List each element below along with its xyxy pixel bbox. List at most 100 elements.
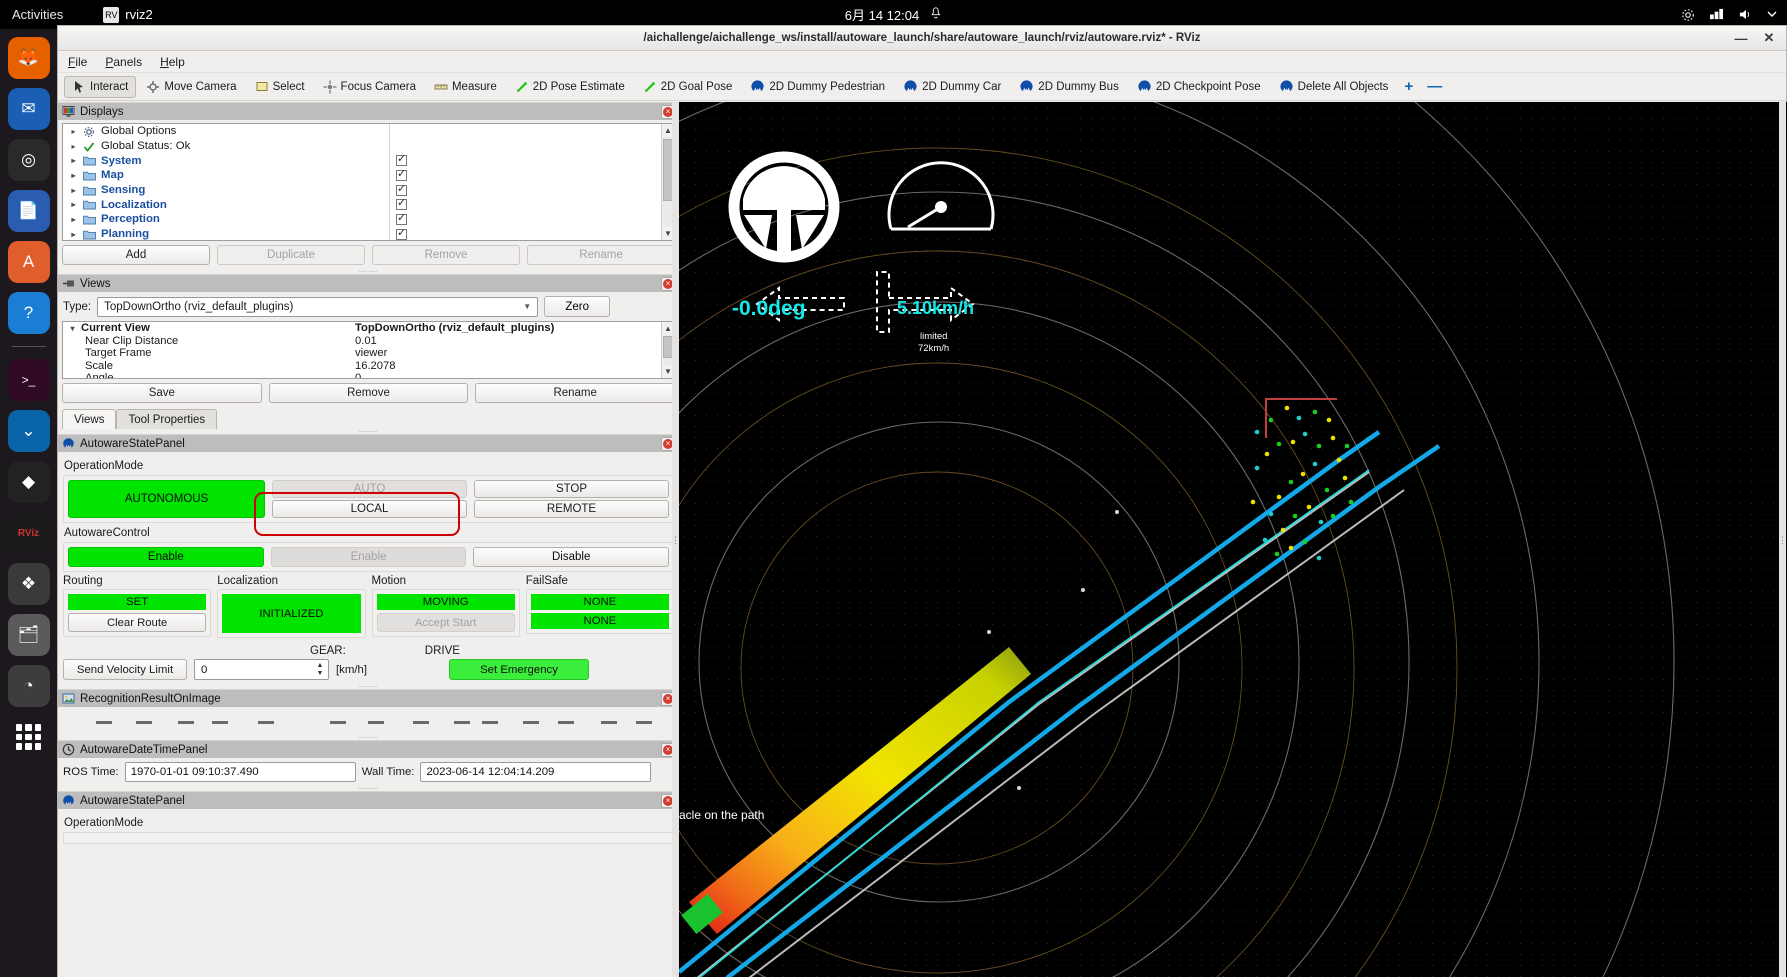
close-button[interactable]: ✕ xyxy=(1756,28,1782,48)
tool-move-camera[interactable]: Move Camera xyxy=(138,76,244,98)
zero-button[interactable]: Zero xyxy=(544,296,611,317)
tab-tool-properties[interactable]: Tool Properties xyxy=(116,409,218,429)
tree-item-global-options[interactable]: ▸ Global Options xyxy=(63,124,389,139)
view-type-select[interactable]: TopDownOrtho (rviz_default_plugins) ▼ xyxy=(97,296,539,317)
tool-2d-checkpoint-pose[interactable]: 2D Checkpoint Pose xyxy=(1129,76,1269,98)
dock-item-writer[interactable]: 📄 xyxy=(7,190,50,232)
tree-item-perception[interactable]: ▸ Perception xyxy=(63,212,389,227)
dock-item-ros[interactable]: ◆ xyxy=(7,461,50,503)
dock-item-files[interactable]: 🗂 xyxy=(7,614,50,656)
expand-arrow-icon[interactable]: ▸ xyxy=(69,142,78,151)
power-menu-icon[interactable] xyxy=(1767,11,1777,18)
dock-item-software[interactable]: A xyxy=(7,241,50,283)
dock-item-firefox[interactable]: 🦊 xyxy=(7,37,50,79)
tool-select[interactable]: Select xyxy=(247,76,313,98)
dock-item-rhythmbox[interactable]: ◎ xyxy=(7,139,50,181)
left-splitter[interactable]: ⋮ xyxy=(671,102,680,977)
remove-display-button[interactable]: Remove xyxy=(372,245,520,265)
expand-arrow-icon[interactable]: ▸ xyxy=(69,230,78,239)
view-prop-row[interactable]: Angle 0 xyxy=(63,372,674,378)
tab-views[interactable]: Views xyxy=(62,409,117,429)
tool-2d-goal-pose[interactable]: 2D Goal Pose xyxy=(635,76,741,98)
system-status-area[interactable] xyxy=(1681,8,1777,22)
dock-item-rviz[interactable]: RViz xyxy=(7,512,50,554)
dock-item-terminal[interactable]: >_ xyxy=(7,359,50,401)
tree-checkbox-sensing[interactable] xyxy=(390,183,674,198)
tool-interact[interactable]: Interact xyxy=(64,75,137,98)
expand-arrow-icon[interactable]: ▸ xyxy=(69,186,78,195)
spinner-arrows-icon[interactable]: ▲ ▼ xyxy=(314,661,326,678)
tree-checkbox-localization[interactable] xyxy=(390,197,674,212)
dock-item-diskusage[interactable]: ◔ xyxy=(7,665,50,707)
rename-view-button[interactable]: Rename xyxy=(475,383,676,403)
scroll-down-icon[interactable]: ▼ xyxy=(664,227,672,240)
view-prop-row[interactable]: Near Clip Distance 0.01 xyxy=(63,335,674,348)
prop-value[interactable]: 0.01 xyxy=(355,335,674,348)
menu-panels[interactable]: Panels xyxy=(105,55,142,69)
collapse-arrow-icon[interactable]: ▾ xyxy=(68,324,77,333)
auto-button[interactable]: AUTO xyxy=(272,480,467,498)
tool-2d-dummy-bus[interactable]: 2D Dummy Bus xyxy=(1011,76,1127,98)
tool-2d-dummy-car[interactable]: 2D Dummy Car xyxy=(895,76,1009,98)
tree-item-global-status[interactable]: ▸ Global Status: Ok xyxy=(63,139,389,154)
network-icon[interactable] xyxy=(1709,8,1724,21)
tree-checkbox-planning[interactable] xyxy=(390,227,674,240)
tool-delete-all-objects[interactable]: Delete All Objects xyxy=(1271,76,1397,98)
prop-value[interactable]: 0 xyxy=(355,372,674,378)
set-emergency-button[interactable]: Set Emergency xyxy=(449,659,590,680)
notification-bell-icon[interactable] xyxy=(929,6,942,23)
expand-arrow-icon[interactable]: ▸ xyxy=(69,156,78,165)
clock-area[interactable]: 6月 14 12:04 xyxy=(845,5,942,24)
tool-focus-camera[interactable]: Focus Camera xyxy=(315,76,424,98)
tool-2d-pose-estimate[interactable]: 2D Pose Estimate xyxy=(507,76,633,98)
disable-control-button[interactable]: Disable xyxy=(473,547,670,567)
expand-arrow-icon[interactable]: ▸ xyxy=(69,171,78,180)
add-display-button[interactable]: Add xyxy=(62,245,210,265)
prop-value[interactable]: 16.2078 xyxy=(355,360,674,373)
tree-item-system[interactable]: ▸ System xyxy=(63,153,389,168)
menu-help[interactable]: Help xyxy=(160,55,185,69)
scroll-up-icon[interactable]: ▲ xyxy=(664,322,672,335)
current-view-row[interactable]: ▾ Current View TopDownOrtho (rviz_defaul… xyxy=(63,322,674,335)
ros-time-field[interactable]: 1970-01-01 09:10:37.490 xyxy=(124,762,356,782)
activities-button[interactable]: Activities xyxy=(0,7,63,22)
rename-display-button[interactable]: Rename xyxy=(527,245,675,265)
menu-file[interactable]: File xyxy=(68,55,87,69)
minimize-button[interactable]: — xyxy=(1728,28,1754,48)
remove-view-button[interactable]: Remove xyxy=(268,383,469,403)
right-splitter[interactable]: ⋮ xyxy=(1778,102,1787,977)
accept-start-button[interactable]: Accept Start xyxy=(376,613,515,632)
wall-time-field[interactable]: 2023-06-14 12:04:14.209 xyxy=(420,762,652,782)
settings-icon[interactable] xyxy=(1681,8,1695,22)
view-prop-row[interactable]: Target Frame viewer xyxy=(63,347,674,360)
volume-icon[interactable] xyxy=(1738,8,1753,21)
clear-route-button[interactable]: Clear Route xyxy=(68,613,207,632)
stop-button[interactable]: STOP xyxy=(474,480,669,498)
view-properties-table[interactable]: ▾ Current View TopDownOrtho (rviz_defaul… xyxy=(62,321,675,379)
enable-control-button[interactable]: Enable xyxy=(270,547,467,567)
send-velocity-limit-button[interactable]: Send Velocity Limit xyxy=(63,659,187,680)
tree-item-map[interactable]: ▸ Map xyxy=(63,168,389,183)
checkbox-icon[interactable] xyxy=(396,227,407,240)
dock-item-help[interactable]: ? xyxy=(7,292,50,334)
recognition-result-strip[interactable] xyxy=(58,707,679,735)
tree-checkbox-perception[interactable] xyxy=(390,212,674,227)
tree-checkbox-map[interactable] xyxy=(390,168,674,183)
remote-button[interactable]: REMOTE xyxy=(474,500,669,518)
remove-tool-button[interactable]: — xyxy=(1421,78,1448,95)
duplicate-display-button[interactable]: Duplicate xyxy=(217,245,365,265)
prop-value[interactable]: viewer xyxy=(355,347,674,360)
velocity-limit-input[interactable]: 0 ▲ ▼ xyxy=(194,659,329,680)
expand-arrow-icon[interactable]: ▸ xyxy=(69,127,78,136)
checkbox-icon[interactable] xyxy=(396,212,407,225)
tree-item-localization[interactable]: ▸ Localization xyxy=(63,197,389,212)
expand-arrow-icon[interactable]: ▸ xyxy=(69,200,78,209)
view-prop-row[interactable]: Scale 16.2078 xyxy=(63,360,674,373)
expand-arrow-icon[interactable]: ▸ xyxy=(69,215,78,224)
checkbox-icon[interactable] xyxy=(396,168,407,181)
active-app-indicator[interactable]: RV rviz2 xyxy=(103,6,153,23)
dock-item-unity[interactable]: ❖ xyxy=(7,563,50,605)
3d-viewport[interactable]: -0.0deg 5.10km/h limited 72km/h acle on … xyxy=(679,102,1787,977)
tree-item-sensing[interactable]: ▸ Sensing xyxy=(63,183,389,198)
tree-checkbox-system[interactable] xyxy=(390,153,674,168)
